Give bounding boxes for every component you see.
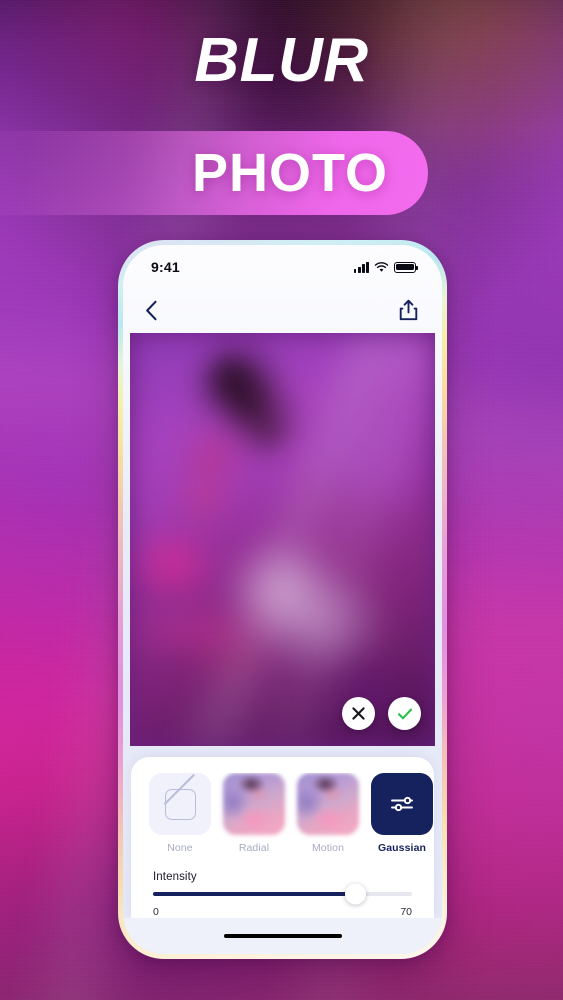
status-time: 9:41 (151, 259, 180, 275)
phone-mockup: 9:41 None Radial Motion Gaussian Intensi… (118, 240, 447, 959)
intensity-label: Intensity (153, 871, 197, 883)
phone-screen-bezel: 9:41 None Radial Motion Gaussian Intensi… (123, 245, 442, 954)
slider-max-label: 70 (400, 906, 412, 918)
filter-item-gaussian[interactable]: Gaussian (371, 773, 433, 854)
promo-subtitle-pill: PHOTO (0, 131, 428, 215)
intensity-control: Intensity 0 70 (131, 854, 434, 918)
slider-min-label: 0 (153, 906, 159, 918)
back-button[interactable] (145, 300, 158, 321)
app-screen: 9:41 None Radial Motion Gaussian Intensi… (123, 245, 442, 954)
photo-thumbnail (223, 773, 285, 835)
cancel-button[interactable] (342, 697, 375, 730)
filter-label: None (167, 842, 193, 854)
share-upload-icon (399, 299, 418, 321)
nav-bar (123, 289, 442, 331)
promo-subtitle: PHOTO (191, 143, 388, 203)
check-icon (397, 708, 412, 719)
controls-panel: None Radial Motion Gaussian Intensity 0 … (131, 757, 434, 918)
filter-item-none[interactable]: None (149, 773, 211, 854)
status-bar: 9:41 (123, 245, 442, 289)
filter-item-motion[interactable]: Motion (297, 773, 359, 854)
cellular-signal-icon (353, 261, 369, 273)
filter-item-radial[interactable]: Radial (223, 773, 285, 854)
chevron-left-icon (146, 300, 157, 320)
close-x-icon (352, 707, 365, 720)
photo-preview[interactable] (130, 333, 435, 746)
slider-scale: 0 70 (153, 906, 412, 918)
filter-label: Radial (238, 842, 270, 854)
promo-headline: BLUR (194, 26, 369, 95)
none-slash-icon (164, 788, 196, 820)
wifi-icon (374, 261, 389, 272)
filter-label: Gaussian (377, 842, 427, 854)
battery-full-icon (394, 261, 419, 273)
gaussian-thumbnail (371, 773, 433, 835)
status-icons (353, 261, 419, 273)
slider-thumb[interactable] (344, 883, 366, 905)
slider-fill (153, 892, 356, 896)
home-indicator-row (123, 918, 442, 954)
photo-thumbnail (297, 773, 359, 835)
none-thumbnail (149, 773, 211, 835)
confirm-button[interactable] (388, 697, 421, 730)
filter-list[interactable]: None Radial Motion Gaussian (131, 773, 434, 854)
sliders-icon (391, 796, 413, 812)
filter-label: Motion (311, 842, 345, 854)
photo-action-buttons (342, 697, 421, 730)
share-button[interactable] (399, 299, 418, 321)
photo-highlights (130, 333, 435, 746)
intensity-slider[interactable] (153, 883, 412, 905)
home-indicator-bar[interactable] (223, 933, 342, 939)
